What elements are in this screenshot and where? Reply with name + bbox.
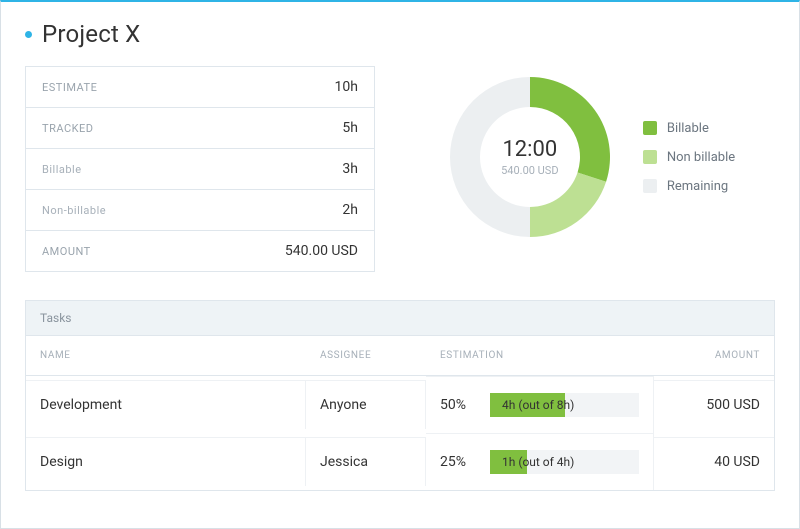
stats-table: ESTIMATE 10h TRACKED 5h Billable 3h Non-…	[25, 66, 375, 272]
swatch-icon	[643, 179, 657, 193]
estimation-percent: 25%	[440, 454, 476, 470]
table-row[interactable]: DesignJessica 25% 1h (out of 4h) 40 USD	[26, 433, 774, 490]
stat-value: 5h	[342, 120, 358, 136]
page-title: Project X	[42, 20, 140, 48]
donut-legend: Billable Non billable Remaining	[643, 121, 735, 194]
legend-nonbillable: Non billable	[643, 150, 735, 165]
tasks-header-row: NAME ASSIGNEE ESTIMATION AMOUNT	[26, 336, 774, 376]
stat-label: Non-billable	[42, 204, 106, 217]
legend-billable: Billable	[643, 121, 735, 136]
td-name: Design	[26, 437, 306, 486]
tasks-grid: NAME ASSIGNEE ESTIMATION AMOUNT Developm…	[26, 336, 774, 490]
stat-value: 10h	[335, 79, 358, 95]
th-name: NAME	[26, 336, 306, 376]
legend-label: Billable	[667, 121, 709, 136]
stat-label: Billable	[42, 163, 82, 176]
bullet-icon	[25, 31, 32, 38]
stat-nonbillable: Non-billable 2h	[26, 190, 374, 231]
td-assignee: Jessica	[306, 437, 426, 486]
td-name: Development	[26, 380, 306, 429]
stat-label: ESTIMATE	[42, 81, 97, 94]
stat-label: TRACKED	[42, 122, 94, 135]
th-amount: AMOUNT	[654, 336, 774, 376]
legend-remaining: Remaining	[643, 179, 735, 194]
stat-value: 540.00 USD	[285, 243, 358, 259]
swatch-icon	[643, 150, 657, 164]
legend-label: Remaining	[667, 179, 728, 194]
estimation-percent: 50%	[440, 397, 476, 413]
donut-center: 12:00 540.00 USD	[445, 72, 615, 242]
tasks-panel-title: Tasks	[26, 301, 774, 336]
summary-section: ESTIMATE 10h TRACKED 5h Billable 3h Non-…	[25, 66, 775, 272]
stat-value: 3h	[342, 161, 358, 177]
donut-time: 12:00	[502, 137, 557, 162]
td-amount: 40 USD	[654, 437, 774, 486]
donut-chart: 12:00 540.00 USD	[445, 72, 615, 242]
project-dashboard: Project X ESTIMATE 10h TRACKED 5h Billab…	[0, 0, 800, 529]
td-estimation: 50% 4h (out of 8h)	[426, 376, 654, 433]
legend-label: Non billable	[667, 150, 735, 165]
progress-label: 1h (out of 4h)	[502, 450, 639, 474]
table-row[interactable]: DevelopmentAnyone 50% 4h (out of 8h) 500 US…	[26, 376, 774, 433]
donut-area: 12:00 540.00 USD Billable Non billable R…	[405, 66, 775, 242]
progress-bar: 4h (out of 8h)	[490, 393, 639, 417]
td-estimation: 25% 1h (out of 4h)	[426, 433, 654, 490]
stat-tracked: TRACKED 5h	[26, 108, 374, 149]
progress-bar: 1h (out of 4h)	[490, 450, 639, 474]
donut-amount: 540.00 USD	[501, 164, 558, 177]
progress-label: 4h (out of 8h)	[502, 393, 639, 417]
th-estimation: ESTIMATION	[426, 336, 654, 376]
th-assignee: ASSIGNEE	[306, 336, 426, 376]
td-amount: 500 USD	[654, 380, 774, 429]
stat-billable: Billable 3h	[26, 149, 374, 190]
stat-estimate: ESTIMATE 10h	[26, 67, 374, 108]
stat-value: 2h	[342, 202, 358, 218]
td-assignee: Anyone	[306, 380, 426, 429]
tasks-card: Tasks NAME ASSIGNEE ESTIMATION AMOUNT De…	[25, 300, 775, 491]
tasks-section: Tasks NAME ASSIGNEE ESTIMATION AMOUNT De…	[25, 300, 775, 491]
swatch-icon	[643, 121, 657, 135]
stat-label: AMOUNT	[42, 245, 91, 258]
stat-amount: AMOUNT 540.00 USD	[26, 231, 374, 271]
title-row: Project X	[25, 20, 775, 48]
